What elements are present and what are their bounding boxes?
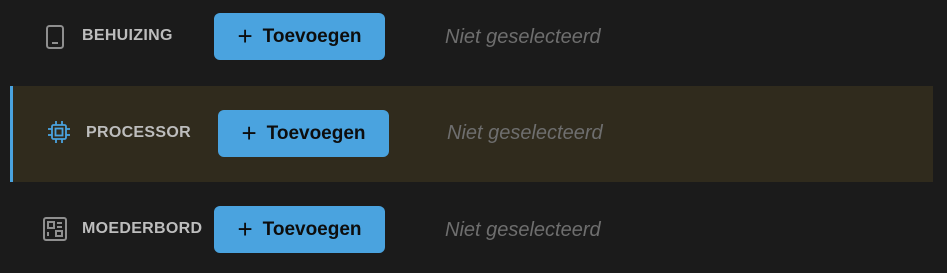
plus-icon: +	[237, 20, 253, 51]
add-processor-button[interactable]: + Toevoegen	[218, 110, 389, 157]
plus-icon: +	[237, 213, 253, 244]
motherboard-icon	[42, 216, 68, 242]
add-behuizing-button[interactable]: + Toevoegen	[214, 13, 385, 60]
selection-status: Niet geselecteerd	[445, 219, 601, 241]
add-button-label: Toevoegen	[266, 122, 366, 144]
selection-status: Niet geselecteerd	[445, 26, 601, 48]
component-label: BEHUIZING	[82, 27, 173, 44]
selection-status: Niet geselecteerd	[447, 122, 603, 144]
component-label: MOEDERBORD	[82, 220, 203, 237]
add-button-label: Toevoegen	[262, 25, 362, 47]
cpu-icon	[46, 119, 72, 145]
add-button-label: Toevoegen	[262, 218, 362, 240]
component-list: BEHUIZING + Toevoegen Niet geselecteerd …	[0, 0, 947, 273]
component-label: PROCESSOR	[86, 124, 191, 141]
case-icon	[42, 24, 68, 50]
add-moederbord-button[interactable]: + Toevoegen	[214, 206, 385, 253]
component-row-moederbord: MOEDERBORD + Toevoegen Niet geselecteerd	[0, 192, 933, 268]
component-row-processor: PROCESSOR + Toevoegen Niet geselecteerd	[10, 86, 933, 182]
component-row-behuizing: BEHUIZING + Toevoegen Niet geselecteerd	[0, 0, 933, 76]
plus-icon: +	[241, 117, 257, 148]
